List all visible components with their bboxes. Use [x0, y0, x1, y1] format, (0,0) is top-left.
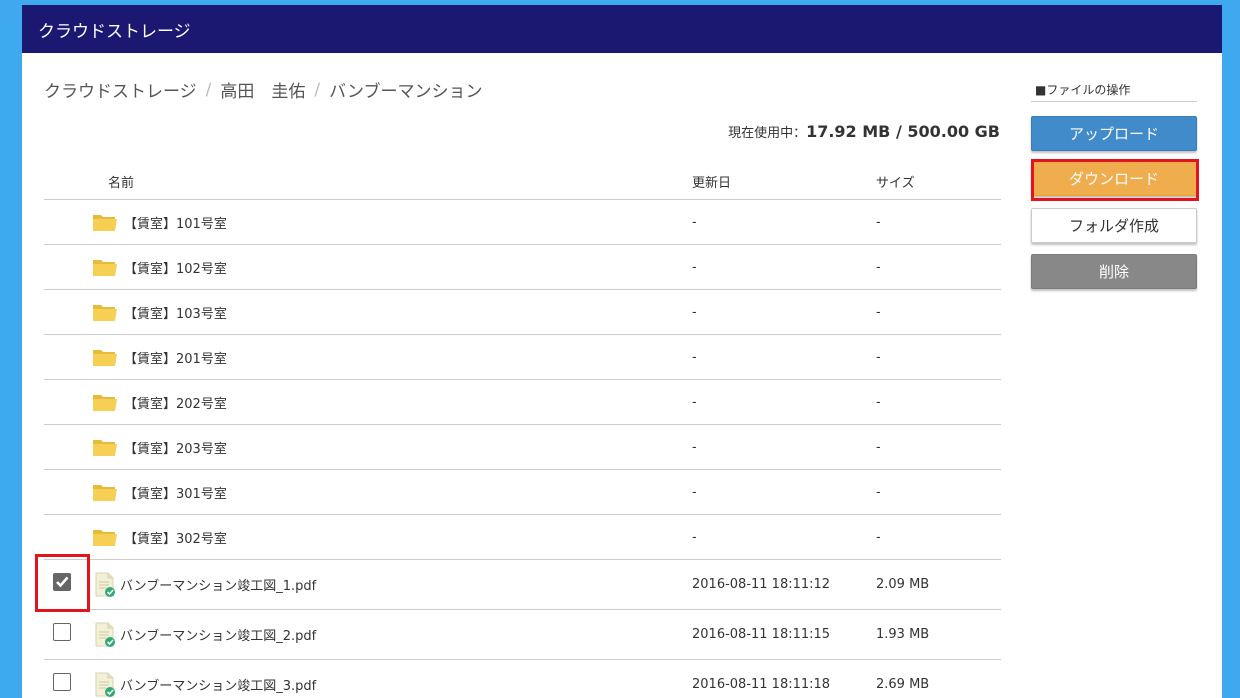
table-row[interactable]: 【賃室】301号室 - -: [44, 470, 1001, 515]
updated-date-cell: 2016-08-11 18:11:18: [692, 677, 831, 692]
folder-icon: [92, 392, 118, 412]
updated-date-cell: 2016-08-11 18:11:15: [692, 627, 831, 642]
size-cell: -: [876, 304, 881, 320]
folder-icon: [92, 212, 118, 232]
app-title: クラウドストレージ: [38, 21, 191, 42]
table-row[interactable]: 【賃室】203号室 - -: [44, 425, 1001, 470]
updated-date-cell: -: [692, 304, 697, 320]
file-operations-panel: ■ファイルの操作 アップロード ダウンロード フォルダ作成 削除: [1031, 81, 1199, 289]
usage-label: 現在使用中：: [728, 126, 807, 141]
table-row[interactable]: 【賃室】302号室 - -: [44, 515, 1001, 560]
breadcrumb: クラウドストレージ / 高田 圭佑 / バンブーマンション: [44, 77, 483, 103]
folder-name[interactable]: 【賃室】202号室: [124, 393, 227, 412]
folder-name[interactable]: 【賃室】101号室: [124, 213, 227, 232]
folder-name[interactable]: 【賃室】203号室: [124, 438, 227, 457]
column-header-size[interactable]: サイズ: [876, 172, 915, 191]
file-name[interactable]: バンブーマンション竣工図_1.pdf: [120, 575, 316, 594]
folder-name[interactable]: 【賃室】102号室: [124, 258, 227, 277]
table-row[interactable]: 【賃室】103号室 - -: [44, 290, 1001, 335]
folder-name-cell[interactable]: 【賃室】103号室: [92, 290, 227, 334]
size-cell: -: [876, 349, 881, 365]
folder-name[interactable]: 【賃室】302号室: [124, 528, 227, 547]
app-header: クラウドストレージ: [22, 5, 1222, 53]
breadcrumb-item-user[interactable]: 高田 圭佑: [220, 77, 305, 102]
file-select-checkbox[interactable]: [53, 573, 71, 591]
size-cell: -: [876, 259, 881, 275]
file-operations-title: ■ファイルの操作: [1031, 81, 1197, 102]
table-row[interactable]: 【賃室】202号室 - -: [44, 380, 1001, 425]
table-row[interactable]: 【賃室】201号室 - -: [44, 335, 1001, 380]
file-name-cell[interactable]: バンブーマンション竣工図_2.pdf: [94, 610, 316, 659]
create-folder-button[interactable]: フォルダ作成: [1031, 208, 1197, 243]
folder-name-cell[interactable]: 【賃室】301号室: [92, 470, 227, 514]
size-cell: -: [876, 439, 881, 455]
folder-icon: [92, 482, 118, 502]
breadcrumb-separator: /: [205, 79, 212, 100]
storage-usage: 現在使用中：17.92 MB / 500.00 GB: [728, 122, 1000, 141]
table-header: 名前 更新日 サイズ: [44, 160, 1001, 200]
pdf-file-icon: [94, 672, 116, 698]
updated-date-cell: -: [692, 214, 697, 230]
table-row[interactable]: バンブーマンション竣工図_2.pdf 2016-08-11 18:11:15 1.9…: [44, 610, 1001, 660]
storage-panel: クラウドストレージ クラウドストレージ / 高田 圭佑 / バンブーマンション …: [22, 5, 1222, 698]
updated-date-cell: -: [692, 259, 697, 275]
pdf-file-icon: [94, 622, 116, 648]
size-cell: 2.09 MB: [876, 577, 930, 592]
file-name-cell[interactable]: バンブーマンション竣工図_3.pdf: [94, 660, 316, 698]
table-row[interactable]: バンブーマンション竣工図_3.pdf 2016-08-11 18:11:18 2.6…: [44, 660, 1001, 698]
folder-name-cell[interactable]: 【賃室】201号室: [92, 335, 227, 379]
updated-date-cell: -: [692, 484, 697, 500]
folder-name[interactable]: 【賃室】301号室: [124, 483, 227, 502]
breadcrumb-item-root[interactable]: クラウドストレージ: [44, 77, 197, 102]
file-select-checkbox[interactable]: [53, 673, 71, 691]
delete-button[interactable]: 削除: [1031, 254, 1197, 289]
size-cell: -: [876, 394, 881, 410]
usage-value: 17.92 MB / 500.00 GB: [806, 122, 1000, 141]
breadcrumb-separator: /: [314, 79, 321, 100]
updated-date-cell: 2016-08-11 18:11:12: [692, 577, 831, 592]
folder-icon: [92, 437, 118, 457]
file-name[interactable]: バンブーマンション竣工図_3.pdf: [120, 675, 316, 694]
updated-date-cell: -: [692, 349, 697, 365]
updated-date-cell: -: [692, 529, 697, 545]
breadcrumb-item-current: バンブーマンション: [329, 82, 483, 102]
table-row[interactable]: 【賃室】101号室 - -: [44, 200, 1001, 245]
updated-date-cell: -: [692, 439, 697, 455]
file-name[interactable]: バンブーマンション竣工図_2.pdf: [120, 625, 316, 644]
folder-name-cell[interactable]: 【賃室】203号室: [92, 425, 227, 469]
folder-name-cell[interactable]: 【賃室】101号室: [92, 200, 227, 244]
size-cell: -: [876, 484, 881, 500]
size-cell: 1.93 MB: [876, 627, 930, 642]
table-row[interactable]: 【賃室】102号室 - -: [44, 245, 1001, 290]
size-cell: -: [876, 529, 881, 545]
updated-date-cell: -: [692, 394, 697, 410]
folder-name[interactable]: 【賃室】103号室: [124, 303, 227, 322]
download-button[interactable]: ダウンロード: [1031, 161, 1197, 196]
column-header-name[interactable]: 名前: [108, 172, 134, 191]
upload-button[interactable]: アップロード: [1031, 116, 1197, 151]
folder-icon: [92, 347, 118, 367]
folder-name-cell[interactable]: 【賃室】302号室: [92, 515, 227, 559]
folder-icon: [92, 257, 118, 277]
file-table: 名前 更新日 サイズ 【賃室】101号室 - - 【賃室】102号室 - - 【賃室】103…: [44, 160, 1001, 698]
folder-icon: [92, 302, 118, 322]
folder-name[interactable]: 【賃室】201号室: [124, 348, 227, 367]
folder-icon: [92, 527, 118, 547]
table-row[interactable]: バンブーマンション竣工図_1.pdf 2016-08-11 18:11:12 2.0…: [44, 560, 1001, 610]
folder-name-cell[interactable]: 【賃室】102号室: [92, 245, 227, 289]
folder-name-cell[interactable]: 【賃室】202号室: [92, 380, 227, 424]
pdf-file-icon: [94, 572, 116, 598]
file-select-checkbox[interactable]: [53, 623, 71, 641]
file-name-cell[interactable]: バンブーマンション竣工図_1.pdf: [94, 560, 316, 609]
column-header-date[interactable]: 更新日: [692, 172, 731, 191]
size-cell: 2.69 MB: [876, 677, 930, 692]
size-cell: -: [876, 214, 881, 230]
